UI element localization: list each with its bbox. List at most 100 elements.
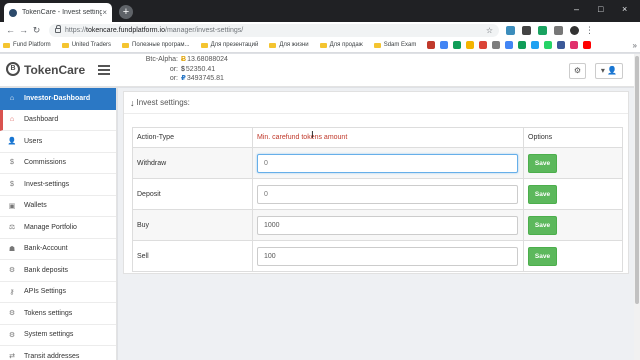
bookmark-site-icon[interactable] bbox=[505, 41, 514, 49]
balances: Btc-Alpha: Ƀ 13.68088024 or: $52350.41 or: ₽… bbox=[140, 55, 228, 84]
action-type-cell: Buy bbox=[132, 209, 253, 241]
sidebar-item-icon: ☗ bbox=[8, 245, 16, 253]
sidebar-item-commissions[interactable]: $ Commissions bbox=[0, 153, 116, 174]
bookmark-folder[interactable]: Полезные програм... bbox=[122, 42, 190, 48]
sidebar-item-label: APIs Settings bbox=[24, 288, 67, 296]
forward-icon[interactable]: → bbox=[17, 25, 30, 35]
sidebar-item-bank-account[interactable]: ☗ Bank-Account bbox=[0, 239, 116, 260]
save-button[interactable]: Save bbox=[528, 246, 557, 266]
bookmark-folder[interactable]: Для жизни bbox=[269, 42, 309, 48]
sidebar-item-label: System settings bbox=[24, 331, 74, 339]
sidebar-item-apis-settings[interactable]: ⚷ APIs Settings bbox=[0, 282, 116, 303]
table-row: Buy Save bbox=[132, 209, 623, 241]
tab-title: TokenCare - Invest settings bbox=[22, 9, 103, 16]
bookmark-site-icon[interactable] bbox=[492, 41, 501, 49]
sidebar-item-icon: $ bbox=[10, 180, 14, 188]
extension-icon[interactable] bbox=[538, 25, 547, 35]
amount-cell bbox=[252, 178, 524, 210]
action-type-cell: Deposit bbox=[132, 178, 253, 210]
extension-icon[interactable] bbox=[554, 25, 563, 35]
sidebar-item-wallets[interactable]: ▣ Wallets bbox=[0, 196, 116, 217]
bookmark-site-icon[interactable] bbox=[466, 41, 475, 49]
sidebar-item-label: Invest-settings bbox=[24, 180, 70, 188]
bookmark-site-icon[interactable] bbox=[440, 41, 449, 49]
bookmark-label: Для презентаций bbox=[210, 42, 259, 48]
profile-avatar[interactable] bbox=[570, 25, 579, 35]
bookmark-site-icon[interactable] bbox=[557, 41, 566, 49]
bookmark-folder[interactable]: United Traders bbox=[61, 42, 111, 48]
close-window-button[interactable]: × bbox=[622, 4, 627, 14]
bookmark-site-icon[interactable] bbox=[518, 41, 527, 49]
bookmark-star-icon[interactable]: ☆ bbox=[486, 26, 493, 35]
sidebar-item-label: Dashboard bbox=[24, 116, 59, 124]
browser-menu-icon[interactable]: ⋮ bbox=[583, 25, 596, 36]
sidebar-item-manage-portfolio[interactable]: ⚖ Manage Portfolio bbox=[0, 217, 116, 239]
tab-close-icon[interactable]: × bbox=[102, 8, 107, 17]
invest-settings-panel: ↓ Invest settings: Action-Type Min. care… bbox=[123, 91, 629, 274]
bookmark-folder[interactable]: Fund Platform bbox=[3, 42, 51, 48]
sidebar-item-invest-settings[interactable]: $ Invest-settings bbox=[0, 174, 116, 196]
bookmark-folder[interactable]: Для презентаций bbox=[200, 42, 259, 48]
bookmark-site-icon[interactable] bbox=[544, 41, 553, 49]
min-amount-input[interactable] bbox=[257, 153, 518, 173]
minimize-button[interactable]: – bbox=[574, 4, 579, 14]
options-cell: Save bbox=[523, 209, 623, 241]
back-icon[interactable]: ← bbox=[4, 25, 17, 35]
extension-icon[interactable] bbox=[522, 25, 531, 35]
balance-value: 13.68088024 bbox=[187, 56, 228, 63]
save-button[interactable]: Save bbox=[528, 184, 557, 204]
sidebar-item-label: Transit addresses bbox=[24, 352, 80, 360]
sidebar-item-icon: ▣ bbox=[8, 202, 16, 210]
settings-gear-button[interactable]: ⚙ bbox=[569, 63, 586, 79]
column-header: Min. carefund tokens amount bbox=[252, 127, 524, 148]
sidebar-item-bank-deposits[interactable]: ⚙ Bank deposits bbox=[0, 260, 116, 282]
maximize-button[interactable]: □ bbox=[598, 4, 603, 14]
balance-label: Btc-Alpha: bbox=[145, 56, 178, 63]
page-scrollbar[interactable] bbox=[634, 54, 640, 360]
options-cell: Save bbox=[523, 147, 623, 179]
amount-cell bbox=[252, 240, 524, 272]
bookmark-site-icon[interactable] bbox=[570, 41, 579, 49]
sidebar-item-tokens-settings[interactable]: ⚙ Tokens settings bbox=[0, 303, 116, 325]
sidebar-item-icon: ⇄ bbox=[9, 353, 15, 360]
min-amount-input[interactable] bbox=[257, 184, 518, 204]
user-menu-button[interactable]: ▾ 👤 bbox=[595, 63, 623, 79]
bookmark-site-icon[interactable] bbox=[453, 41, 462, 49]
sidebar-item-icon: 👤 bbox=[7, 138, 17, 146]
sidebar-item-icon: ⚙ bbox=[8, 267, 16, 275]
sidebar-item-transit-addresses[interactable]: ⇄ Transit addresses bbox=[0, 346, 116, 360]
sidebar-item-investor-dashboard[interactable]: ⌂ Investor-Dashboard bbox=[0, 88, 116, 110]
more-bookmarks-icon[interactable]: » bbox=[633, 41, 637, 50]
bookmark-label: Для продаж bbox=[329, 42, 363, 48]
new-tab-button[interactable]: + bbox=[119, 5, 133, 19]
reload-icon[interactable]: ↻ bbox=[30, 25, 43, 36]
min-amount-input[interactable] bbox=[257, 215, 518, 235]
bookmark-folder[interactable]: Sdam Exam bbox=[373, 42, 416, 48]
address-bar[interactable]: https://tokencare.fundplatform.io/manage… bbox=[49, 23, 499, 37]
extension-icon[interactable] bbox=[506, 25, 515, 35]
sidebar-item-label: Bank-Account bbox=[24, 245, 68, 253]
menu-toggle-icon[interactable] bbox=[98, 63, 110, 75]
sidebar: ⌂ Investor-Dashboard ⌂ Dashboard 👤 Users $ Comm… bbox=[0, 88, 117, 360]
bookmark-label: Fund Platform bbox=[13, 42, 51, 48]
save-button[interactable]: Save bbox=[528, 215, 557, 235]
balance-row: Btc-Alpha: Ƀ 13.68088024 bbox=[140, 55, 228, 65]
action-type-cell: Withdraw bbox=[132, 147, 253, 179]
bookmark-site-icon[interactable] bbox=[583, 41, 592, 49]
dollar-icon: $ bbox=[181, 65, 185, 73]
browser-tab[interactable]: TokenCare - Invest settings × bbox=[4, 3, 112, 22]
scrollbar-thumb[interactable] bbox=[635, 56, 639, 304]
save-button[interactable]: Save bbox=[528, 153, 557, 173]
min-amount-input[interactable] bbox=[257, 246, 518, 266]
bookmark-site-icon[interactable] bbox=[531, 41, 540, 49]
sidebar-item-label: Tokens settings bbox=[24, 309, 73, 317]
folder-icon bbox=[269, 42, 277, 48]
bookmark-folder[interactable]: Для продаж bbox=[319, 42, 363, 48]
sidebar-item-users[interactable]: 👤 Users bbox=[0, 131, 116, 153]
sidebar-item-dashboard[interactable]: ⌂ Dashboard bbox=[0, 109, 116, 131]
bookmark-site-icon[interactable] bbox=[427, 41, 436, 49]
bookmark-site-icon[interactable] bbox=[479, 41, 488, 49]
folder-icon bbox=[3, 42, 10, 48]
panel-title: Invest settings: bbox=[136, 98, 190, 107]
sidebar-item-system-settings[interactable]: ⚙ System settings bbox=[0, 325, 116, 346]
